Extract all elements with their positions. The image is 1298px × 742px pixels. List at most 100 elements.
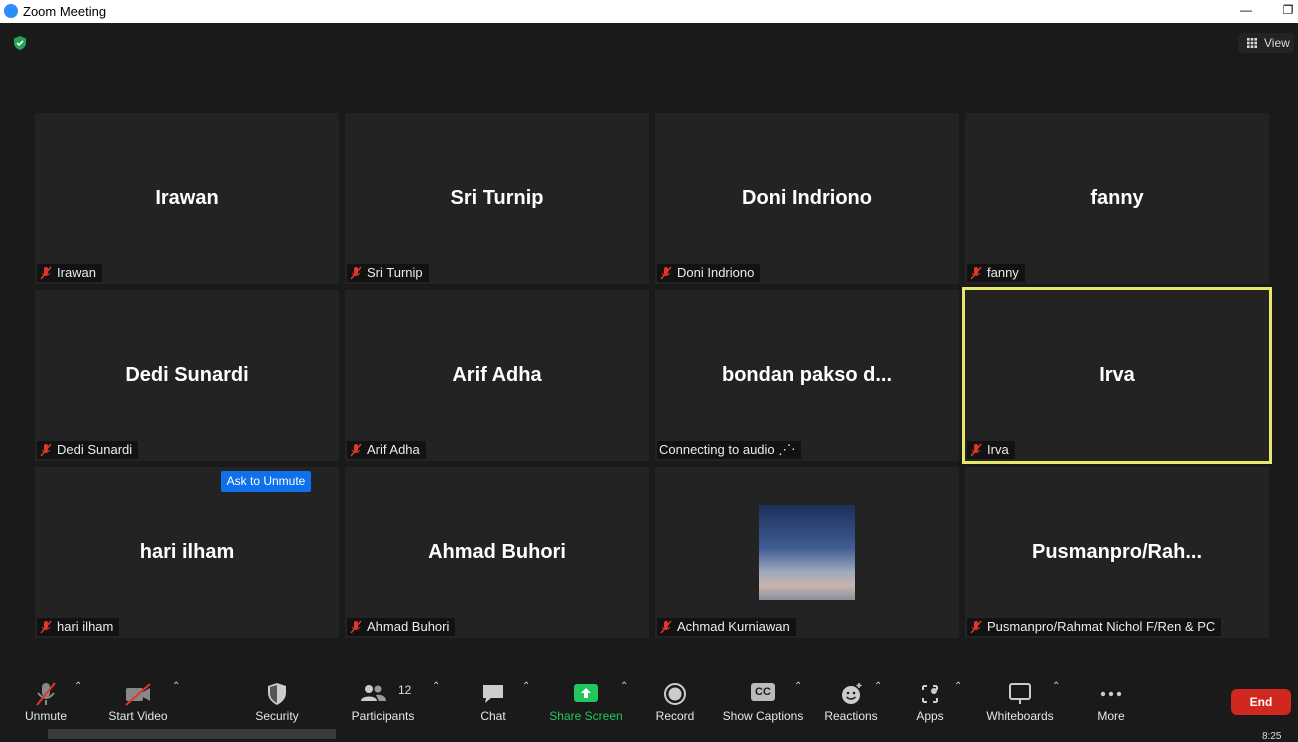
participant-display-name: fanny bbox=[1090, 187, 1144, 209]
participants-label: Participants bbox=[351, 709, 415, 723]
show-captions-button[interactable]: CC Show Captions bbox=[722, 679, 804, 729]
view-button[interactable]: View bbox=[1238, 33, 1294, 53]
share-screen-label: Share Screen bbox=[549, 709, 623, 723]
participants-count: 12 bbox=[398, 683, 412, 697]
participant-name-label: hari ilham bbox=[37, 618, 120, 636]
participant-tile[interactable]: Ahmad Buhori Ahmad Buhori bbox=[345, 467, 649, 638]
apps-button[interactable]: Apps bbox=[910, 679, 950, 729]
restore-button[interactable]: ❐ bbox=[1268, 0, 1298, 23]
participant-name-label: Doni Indriono bbox=[657, 264, 761, 282]
window-titlebar: Zoom Meeting — ❐ bbox=[0, 0, 1298, 23]
security-button[interactable]: Security bbox=[248, 679, 306, 729]
participant-name-label: Irva bbox=[967, 441, 1015, 459]
participant-label-text: Dedi Sunardi bbox=[57, 442, 133, 457]
whiteboards-options-caret[interactable]: ⌃ bbox=[1052, 681, 1060, 692]
share-options-caret[interactable]: ⌃ bbox=[620, 681, 628, 692]
view-label: View bbox=[1264, 36, 1290, 50]
captions-options-caret[interactable]: ⌃ bbox=[794, 681, 802, 692]
muted-mic-icon bbox=[970, 266, 982, 280]
minimize-button[interactable]: — bbox=[1226, 0, 1266, 23]
participant-tile[interactable]: bondan pakso d... Connecting to audio ⋰⋅ bbox=[655, 290, 959, 461]
participant-display-name: Pusmanpro/Rah... bbox=[1031, 541, 1203, 563]
participant-tile[interactable]: Ask to Unmute hari ilham hari ilham bbox=[35, 467, 339, 638]
muted-mic-icon bbox=[350, 266, 362, 280]
muted-microphone-icon bbox=[36, 682, 56, 706]
participant-label-text: hari ilham bbox=[57, 619, 114, 634]
more-dots-icon bbox=[1100, 691, 1122, 697]
participant-name-label: fanny bbox=[967, 264, 1025, 282]
apps-icon bbox=[922, 685, 938, 703]
reactions-button[interactable]: Reactions bbox=[822, 679, 880, 729]
share-screen-icon bbox=[574, 684, 598, 702]
encryption-shield-icon[interactable] bbox=[12, 35, 28, 51]
whiteboard-icon bbox=[1009, 683, 1031, 704]
taskbar-preview bbox=[48, 729, 336, 739]
participant-label-text: Irva bbox=[987, 442, 1009, 457]
active-speaker-tile[interactable]: Irva Irva bbox=[962, 287, 1272, 464]
participant-label-text: Sri Turnip bbox=[367, 265, 423, 280]
participant-tile[interactable]: Sri Turnip Sri Turnip bbox=[345, 113, 649, 284]
muted-mic-icon bbox=[40, 620, 52, 634]
participant-label-text: Irawan bbox=[57, 265, 97, 280]
participant-label-text: Connecting to audio ⋰⋅ bbox=[659, 442, 796, 457]
unmute-label: Unmute bbox=[24, 709, 68, 723]
taskbar-clock: 8:25 bbox=[1262, 731, 1282, 742]
ask-to-unmute-button[interactable]: Ask to Unmute bbox=[221, 471, 311, 492]
more-button[interactable]: More bbox=[1090, 679, 1132, 729]
apps-options-caret[interactable]: ⌃ bbox=[954, 681, 962, 692]
chat-options-caret[interactable]: ⌃ bbox=[522, 681, 530, 692]
video-off-icon bbox=[125, 683, 151, 706]
participants-icon bbox=[361, 685, 387, 701]
record-icon bbox=[664, 683, 686, 705]
participant-display-name: Ahmad Buhori bbox=[428, 541, 566, 563]
participant-tile[interactable]: Pusmanpro/Rah... Pusmanpro/Rahmat Nichol… bbox=[965, 467, 1269, 638]
unmute-button[interactable]: Unmute bbox=[16, 679, 76, 729]
chat-bubble-icon bbox=[483, 685, 503, 703]
participant-tile[interactable]: fanny fanny bbox=[965, 113, 1269, 284]
muted-mic-icon bbox=[660, 266, 672, 280]
participants-options-caret[interactable]: ⌃ bbox=[432, 681, 440, 692]
participant-name-label: Irawan bbox=[37, 264, 103, 282]
start-video-button[interactable]: Start Video bbox=[104, 679, 172, 729]
muted-mic-icon bbox=[40, 266, 52, 280]
participant-name-label: Ahmad Buhori bbox=[347, 618, 456, 636]
share-screen-button[interactable]: Share Screen bbox=[548, 679, 624, 729]
participant-tile[interactable]: Irawan Irawan bbox=[35, 113, 339, 284]
end-meeting-button[interactable]: End bbox=[1231, 689, 1291, 715]
smiley-icon bbox=[842, 683, 862, 704]
muted-mic-icon bbox=[970, 620, 982, 634]
reactions-label: Reactions bbox=[824, 709, 878, 723]
video-options-caret[interactable]: ⌃ bbox=[172, 681, 180, 692]
record-button[interactable]: Record bbox=[652, 679, 698, 729]
participant-display-name: Doni Indriono bbox=[742, 187, 872, 209]
participant-tile[interactable]: Dedi Sunardi Dedi Sunardi bbox=[35, 290, 339, 461]
participant-label-text: Arif Adha bbox=[367, 442, 420, 457]
reactions-options-caret[interactable]: ⌃ bbox=[874, 681, 882, 692]
muted-mic-icon bbox=[970, 443, 982, 457]
show-captions-label: Show Captions bbox=[722, 709, 804, 723]
chat-button[interactable]: Chat bbox=[470, 679, 516, 729]
zoom-app-icon bbox=[4, 4, 18, 18]
captions-cc-icon: CC bbox=[751, 683, 775, 701]
participant-name-label: Pusmanpro/Rahmat Nichol F/Ren & PC bbox=[967, 618, 1222, 636]
participant-display-name: bondan pakso d... bbox=[721, 364, 892, 386]
muted-mic-icon bbox=[350, 620, 362, 634]
participant-tile[interactable]: Arif Adha Arif Adha bbox=[345, 290, 649, 461]
participant-label-text: fanny bbox=[987, 265, 1019, 280]
participant-label-text: Ahmad Buhori bbox=[367, 619, 450, 634]
participant-tile[interactable]: Doni Indriono Doni Indriono bbox=[655, 113, 959, 284]
connecting-audio-label: Connecting to audio ⋰⋅ bbox=[657, 441, 802, 459]
participant-name-label: Dedi Sunardi bbox=[37, 441, 139, 459]
audio-options-caret[interactable]: ⌃ bbox=[74, 681, 82, 692]
start-video-label: Start Video bbox=[108, 709, 168, 723]
whiteboards-label: Whiteboards bbox=[986, 709, 1054, 723]
participant-display-name: Irawan bbox=[155, 187, 219, 209]
participants-button[interactable]: 12 Participants bbox=[348, 679, 418, 729]
chat-label: Chat bbox=[480, 709, 506, 723]
muted-mic-icon bbox=[350, 443, 362, 457]
participant-display-name: Dedi Sunardi bbox=[125, 364, 249, 386]
grid-view-icon bbox=[1247, 38, 1257, 48]
participant-name-label: Achmad Kurniawan bbox=[657, 618, 796, 636]
whiteboards-button[interactable]: Whiteboards bbox=[982, 679, 1058, 729]
participant-tile[interactable]: Achmad Kurniawan bbox=[655, 467, 959, 638]
